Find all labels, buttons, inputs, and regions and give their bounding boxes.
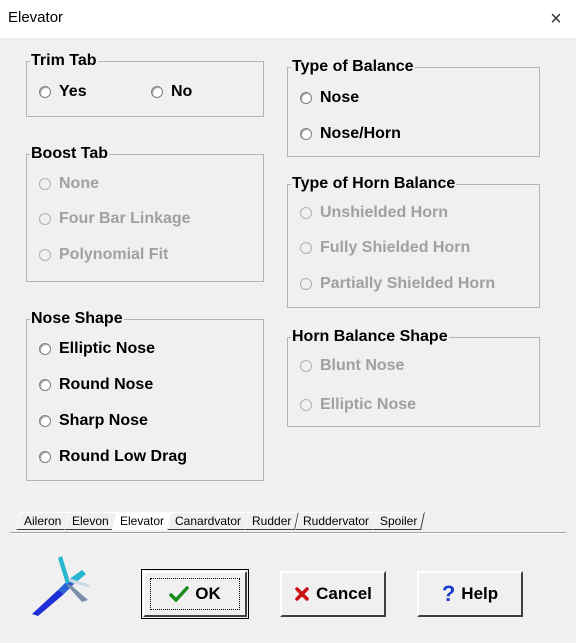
tab-rudder[interactable]: Rudder xyxy=(244,512,300,530)
radio-circle-icon xyxy=(300,242,312,254)
radio-label: Nose/Horn xyxy=(320,125,401,142)
horn-shape-blunt-nose-radio[interactable]: Blunt Nose xyxy=(300,357,404,375)
type-of-balance-group: Type of Balance Nose Nose/Horn xyxy=(287,58,540,157)
trim-tab-no-radio[interactable]: No xyxy=(151,83,192,101)
type-of-balance-nose-horn-radio[interactable]: Nose/Horn xyxy=(300,125,401,143)
type-of-horn-balance-group: Type of Horn Balance Unshielded Horn Ful… xyxy=(287,175,540,308)
window-title: Elevator xyxy=(8,9,64,26)
radio-circle-icon xyxy=(39,415,51,427)
horn-balance-unshielded-radio[interactable]: Unshielded Horn xyxy=(300,204,448,222)
horn-shape-elliptic-nose-radio[interactable]: Elliptic Nose xyxy=(300,396,416,414)
radio-label: No xyxy=(171,83,193,100)
radio-label: None xyxy=(59,175,99,192)
radio-label: Yes xyxy=(59,83,87,100)
radio-label: Sharp Nose xyxy=(59,412,148,429)
radio-circle-icon xyxy=(39,343,51,355)
horn-balance-partially-shielded-radio[interactable]: Partially Shielded Horn xyxy=(300,275,495,293)
radio-label: Polynomial Fit xyxy=(59,246,169,263)
boost-tab-polynomial-fit-radio[interactable]: Polynomial Fit xyxy=(39,246,168,264)
radio-label: Blunt Nose xyxy=(320,357,405,374)
type-of-horn-balance-title: Type of Horn Balance xyxy=(291,175,457,193)
radio-circle-icon xyxy=(300,128,312,140)
tab-spoiler[interactable]: Spoiler xyxy=(371,512,425,530)
help-button-label: Help xyxy=(461,584,499,603)
radio-circle-icon xyxy=(151,86,163,98)
question-icon: ? xyxy=(441,581,456,606)
tab-ruddervator[interactable]: Ruddervator xyxy=(294,512,377,530)
close-button[interactable]: × xyxy=(542,5,570,33)
radio-circle-icon xyxy=(39,86,51,98)
boost-tab-title: Boost Tab xyxy=(30,145,110,163)
x-mark-icon xyxy=(295,587,309,601)
radio-circle-icon xyxy=(300,278,312,290)
boost-tab-four-bar-linkage-radio[interactable]: Four Bar Linkage xyxy=(39,210,191,228)
radio-label: Elliptic Nose xyxy=(59,340,156,357)
tab-canardvator[interactable]: Canardvator xyxy=(167,512,250,530)
horn-balance-shape-title: Horn Balance Shape xyxy=(291,328,449,346)
type-of-balance-nose-radio[interactable]: Nose xyxy=(300,89,359,107)
radio-circle-icon xyxy=(300,207,312,219)
check-icon xyxy=(169,586,189,602)
radio-label: Unshielded Horn xyxy=(320,204,449,221)
radio-circle-icon xyxy=(300,360,312,372)
cancel-button-label: Cancel xyxy=(316,584,372,603)
radio-circle-icon xyxy=(300,92,312,104)
radio-circle-icon xyxy=(300,399,312,411)
radio-label: Fully Shielded Horn xyxy=(320,239,471,256)
trim-tab-yes-radio[interactable]: Yes xyxy=(39,83,87,101)
title-bar: Elevator × xyxy=(0,0,576,38)
type-of-balance-title: Type of Balance xyxy=(291,58,415,76)
radio-circle-icon xyxy=(39,178,51,190)
tab-elevon[interactable]: Elevon xyxy=(64,512,117,530)
tab-aileron[interactable]: Aileron xyxy=(16,512,70,530)
nose-shape-round-low-drag-radio[interactable]: Round Low Drag xyxy=(39,448,187,466)
radio-label: Partially Shielded Horn xyxy=(320,275,496,292)
boost-tab-group: Boost Tab None Four Bar Linkage Polynomi… xyxy=(26,145,264,282)
radio-label: Four Bar Linkage xyxy=(59,210,191,227)
radio-circle-icon xyxy=(39,379,51,391)
cancel-button[interactable]: Cancel xyxy=(280,571,386,617)
radio-label: Elliptic Nose xyxy=(320,396,417,413)
nose-shape-title: Nose Shape xyxy=(30,310,124,328)
app-logo-icon xyxy=(32,556,90,616)
horn-balance-fully-shielded-radio[interactable]: Fully Shielded Horn xyxy=(300,239,470,257)
tab-elevator[interactable]: Elevator xyxy=(112,512,173,530)
trim-tab-title: Trim Tab xyxy=(30,52,98,70)
trim-tab-group: Trim Tab Yes No xyxy=(26,52,264,117)
radio-label: Nose xyxy=(320,89,360,106)
radio-label: Round Low Drag xyxy=(59,448,187,465)
radio-circle-icon xyxy=(39,213,51,225)
ok-button[interactable]: OK xyxy=(141,569,249,619)
nose-shape-round-nose-radio[interactable]: Round Nose xyxy=(39,376,153,394)
component-tab-strip: Aileron Elevon Elevator Canardvator Rudd… xyxy=(16,512,425,530)
nose-shape-group: Nose Shape Elliptic Nose Round Nose Shar… xyxy=(26,310,264,481)
nose-shape-sharp-nose-radio[interactable]: Sharp Nose xyxy=(39,412,148,430)
ok-button-label: OK xyxy=(195,584,221,603)
horn-balance-shape-group: Horn Balance Shape Blunt Nose Elliptic N… xyxy=(287,328,540,427)
radio-circle-icon xyxy=(39,451,51,463)
radio-circle-icon xyxy=(39,249,51,261)
radio-label: Round Nose xyxy=(59,376,154,393)
boost-tab-none-radio[interactable]: None xyxy=(39,175,99,193)
help-button[interactable]: ? Help xyxy=(417,571,523,617)
close-icon: × xyxy=(550,7,562,30)
nose-shape-elliptic-nose-radio[interactable]: Elliptic Nose xyxy=(39,340,155,358)
